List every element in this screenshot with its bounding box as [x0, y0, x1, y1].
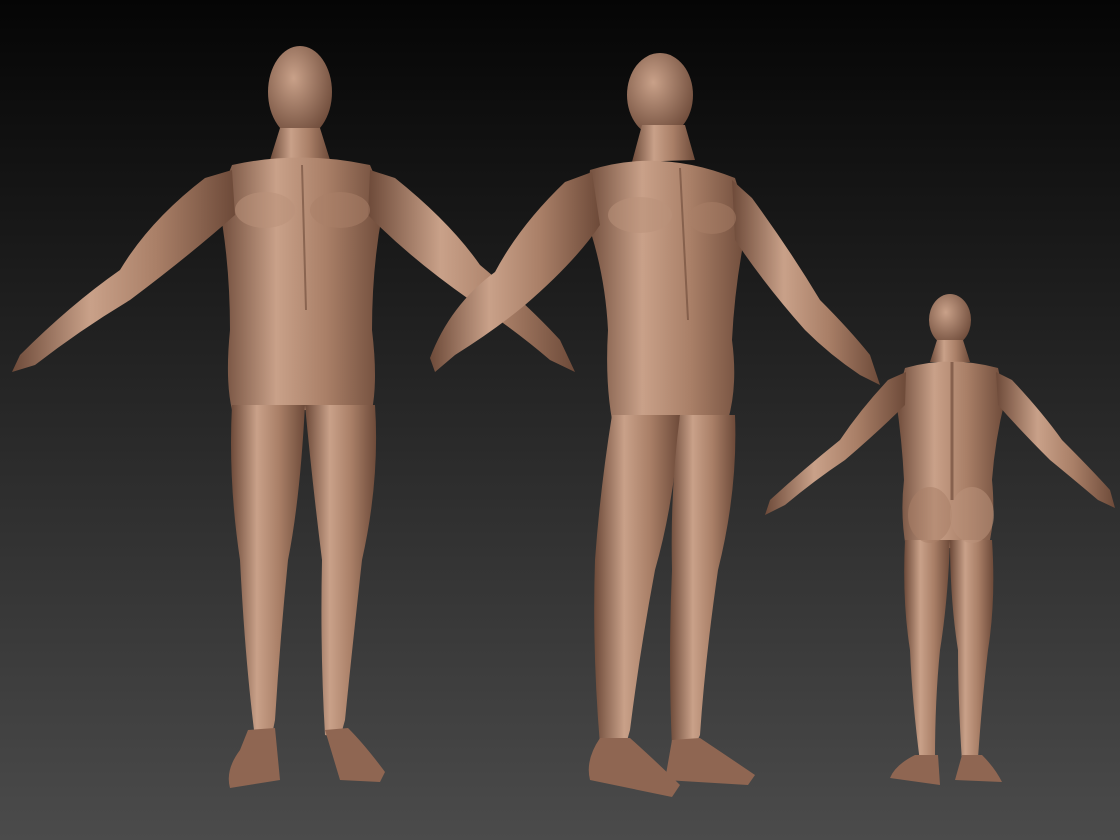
neck	[632, 125, 695, 162]
head	[268, 46, 332, 138]
head	[627, 53, 693, 137]
torso	[585, 160, 748, 420]
glute-right	[950, 487, 994, 543]
sculpt-viewport[interactable]	[0, 0, 1120, 840]
viewport-canvas	[0, 0, 1120, 840]
neck	[930, 340, 970, 362]
head	[929, 294, 971, 346]
torso	[218, 157, 385, 410]
glute-left	[908, 487, 952, 543]
neck	[270, 128, 330, 160]
pectoral-left	[608, 197, 672, 233]
pectoral-right	[310, 192, 370, 228]
pectoral-left	[235, 192, 295, 228]
pectoral-right	[688, 202, 736, 234]
